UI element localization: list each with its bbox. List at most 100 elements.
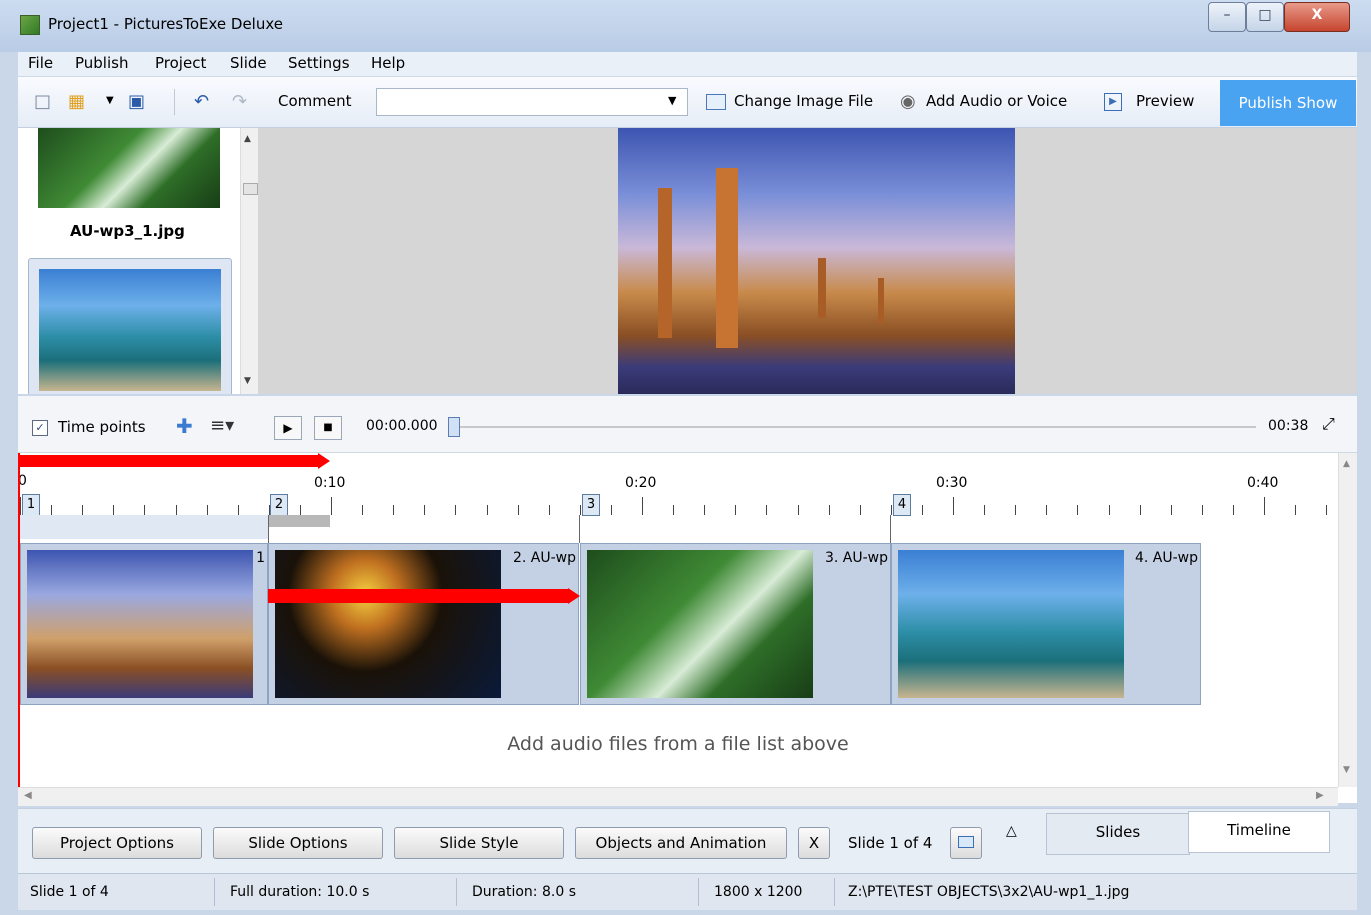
menu-file[interactable]: File	[28, 54, 53, 72]
status-divider	[834, 878, 835, 906]
ruler-tick	[393, 505, 395, 515]
open-dropdown-icon[interactable]: ▼	[106, 95, 114, 106]
undo-icon[interactable]: ↶	[194, 91, 209, 112]
maximize-button[interactable]: □	[1246, 2, 1284, 32]
ruler-tick	[144, 505, 146, 515]
ruler-tick	[579, 505, 581, 515]
clip-thumbnail-4	[898, 550, 1124, 698]
ruler-tick	[82, 505, 84, 515]
ruler-tick	[424, 505, 426, 515]
timeline-hscrollbar[interactable]: ◀ ▶	[18, 787, 1338, 806]
comment-dropdown-icon[interactable]: ▼	[668, 94, 676, 107]
ruler-label-20: 0:20	[625, 475, 657, 491]
menu-publish[interactable]: Publish	[75, 54, 128, 72]
status-path: Z:\PTE\TEST OBJECTS\3x2\AU-wp1_1.jpg	[848, 884, 1130, 900]
add-time-point-icon[interactable]: ✚	[176, 414, 193, 438]
collapse-icon[interactable]: △	[1006, 823, 1017, 839]
ruler-label-10: 0:10	[314, 475, 346, 491]
menu-slide[interactable]: Slide	[230, 54, 267, 72]
timeline-clip-1[interactable]: 1	[20, 543, 268, 705]
ruler-tick	[113, 505, 115, 515]
hscroll-left-icon[interactable]: ◀	[24, 790, 32, 801]
preview-image	[618, 128, 1015, 394]
tab-slides[interactable]: Slides	[1046, 813, 1190, 855]
boundary-line-3	[579, 515, 580, 543]
segment-marker-1[interactable]: 1	[22, 494, 40, 516]
playback-bar: ✓ Time points ✚ ≡▾ ▶ ■ 00:00.000 00:38 ⤢	[18, 396, 1357, 453]
new-file-icon[interactable]: □	[34, 91, 51, 112]
segment-marker-2[interactable]: 2	[270, 494, 288, 516]
thumbnail-label: AU-wp3_1.jpg	[70, 222, 185, 240]
tab-timeline[interactable]: Timeline	[1188, 811, 1330, 853]
list-options-icon[interactable]: ≡▾	[210, 415, 234, 436]
scroll-up-icon[interactable]: ▲	[244, 134, 251, 144]
time-points-checkbox[interactable]: ✓	[32, 420, 48, 436]
change-image-button[interactable]: Change Image File	[734, 92, 873, 110]
segment-marker-4[interactable]: 4	[893, 494, 911, 516]
ruler-tick	[673, 505, 675, 515]
close-button[interactable]: X	[1284, 2, 1350, 32]
ruler-tick	[610, 505, 612, 515]
timeline-vscrollbar[interactable]: ▲ ▼	[1338, 453, 1357, 787]
open-folder-icon[interactable]: ▦	[68, 91, 85, 112]
status-resolution: 1800 x 1200	[714, 884, 803, 900]
comment-input[interactable]	[376, 88, 688, 116]
add-audio-button[interactable]: Add Audio or Voice	[926, 92, 1067, 110]
thumbnail-harbour	[39, 269, 221, 391]
play-button[interactable]: ▶	[274, 416, 302, 440]
save-icon[interactable]: ▣	[128, 91, 145, 112]
time-arrow-mid-head	[568, 588, 580, 604]
playback-slider-handle[interactable]	[448, 417, 460, 437]
menu-help[interactable]: Help	[371, 54, 405, 72]
audio-hint: Add audio files from a file list above	[507, 733, 849, 755]
status-slide: Slide 1 of 4	[30, 884, 109, 900]
ruler-tick	[175, 505, 177, 515]
total-time: 00:38	[1268, 418, 1309, 434]
timeline-clip-4[interactable]: 4. AU-wp	[891, 543, 1201, 705]
fullscreen-icon[interactable]: ⤢	[1322, 414, 1335, 434]
slide-thumbnails-panel: AU-wp3_1.jpg	[18, 128, 258, 394]
slide-list-button[interactable]	[950, 827, 982, 859]
publish-show-button[interactable]: Publish Show	[1220, 80, 1356, 126]
ruler-tick	[828, 505, 830, 515]
preview-button[interactable]: Preview	[1136, 92, 1194, 110]
vscroll-down-icon[interactable]: ▼	[1343, 765, 1350, 775]
timeline-clip-3[interactable]: 3. AU-wp	[580, 543, 891, 705]
clip-label-2: 2. AU-wp	[512, 550, 576, 566]
scroll-down-icon[interactable]: ▼	[244, 376, 251, 386]
status-full-duration: Full duration: 10.0 s	[230, 884, 370, 900]
scrollbar-thumb[interactable]	[243, 183, 258, 195]
thumbnail-scrollbar[interactable]: ▲ ▼	[240, 128, 259, 394]
objects-animation-button[interactable]: Objects and Animation	[575, 827, 787, 859]
thumbnail-forest[interactable]	[38, 128, 220, 208]
ruler-tick	[1046, 505, 1048, 515]
slide-style-button[interactable]: Slide Style	[394, 827, 564, 859]
ruler-tick	[859, 505, 861, 515]
playback-slider-track[interactable]	[456, 426, 1256, 428]
redo-icon[interactable]: ↷	[232, 91, 247, 112]
status-divider	[214, 878, 215, 906]
x-button[interactable]: X	[798, 827, 830, 859]
menu-bar: File Publish Project Slide Settings Help	[18, 52, 1357, 77]
stop-button[interactable]: ■	[314, 416, 342, 440]
vscroll-up-icon[interactable]: ▲	[1343, 459, 1350, 469]
transition-bar-2[interactable]	[268, 515, 330, 527]
menu-settings[interactable]: Settings	[288, 54, 350, 72]
ruler-tick	[51, 505, 53, 515]
project-options-button[interactable]: Project Options	[32, 827, 202, 859]
toolbar: □ ▦ ▼ ▣ ↶ ↷ Comment ▼ Change Image File …	[18, 77, 1357, 128]
ruler-label-30: 0:30	[936, 475, 968, 491]
ruler-tick	[1201, 505, 1203, 515]
ruler-tick	[20, 497, 21, 515]
ruler-tick	[797, 505, 799, 515]
timeline-clip-2[interactable]: 2. AU-wp	[268, 543, 579, 705]
minimize-button[interactable]: –	[1208, 2, 1246, 32]
hscroll-right-icon[interactable]: ▶	[1316, 790, 1324, 801]
segment-marker-3[interactable]: 3	[582, 494, 600, 516]
audio-icon: ◉	[900, 91, 916, 112]
thumbnail-selected-frame[interactable]	[28, 258, 232, 394]
menu-project[interactable]: Project	[155, 54, 206, 72]
ruler-tick	[1232, 505, 1234, 515]
slide-options-button[interactable]: Slide Options	[213, 827, 383, 859]
comment-label: Comment	[278, 92, 352, 110]
